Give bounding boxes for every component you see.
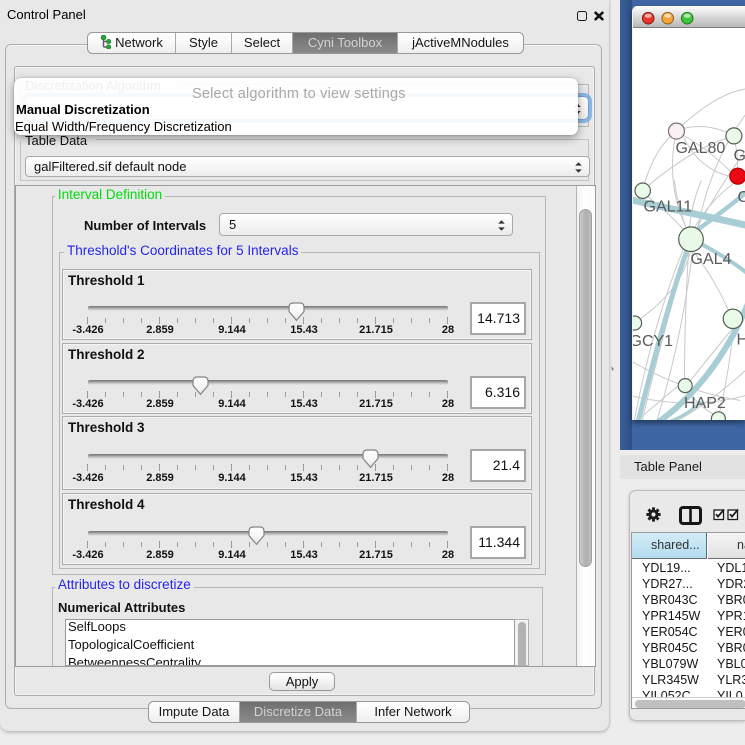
svg-text:HAP2: HAP2 [684,395,726,412]
svg-text:GA: GA [733,147,745,164]
svg-text:GAL80: GAL80 [675,140,725,157]
svg-text:GAL4: GAL4 [690,251,731,268]
svg-text:H: H [736,331,745,348]
svg-text:GAL11: GAL11 [643,198,692,215]
svg-text:GCY1: GCY1 [633,333,673,350]
svg-text:C: C [737,189,745,206]
